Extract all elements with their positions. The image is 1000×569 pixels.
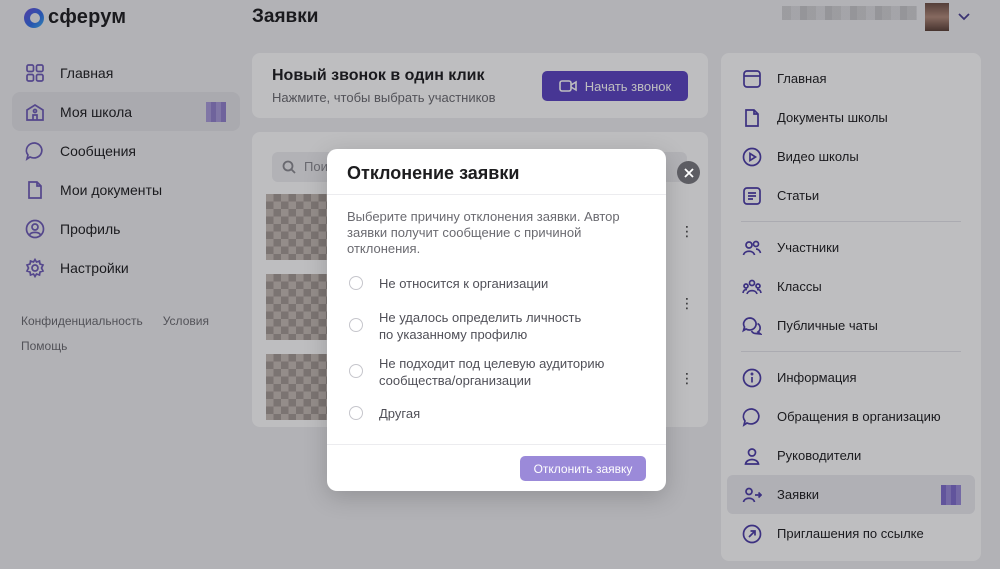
reject-request-button[interactable]: Отклонить заявку	[520, 456, 646, 481]
reason-option-audience[interactable]: Не подходит под целевую аудиторию сообще…	[349, 355, 604, 389]
option-label: Другая	[379, 406, 421, 421]
divider	[327, 194, 666, 195]
option-label: Не относится к организации	[379, 276, 549, 291]
dialog-description: Выберите причину отклонения заявки. Авто…	[347, 209, 620, 256]
reason-option-other[interactable]: Другая	[349, 405, 420, 422]
option-label: Не удалось определить личность	[379, 310, 582, 325]
option-label: Не подходит под целевую аудиторию	[379, 356, 605, 371]
reason-option-not-related[interactable]: Не относится к организации	[349, 275, 548, 292]
radio-button[interactable]	[349, 276, 363, 290]
dialog-title: Отклонение заявки	[347, 163, 520, 183]
option-label-line2: по указанному профилю	[379, 327, 528, 342]
radio-button[interactable]	[349, 364, 363, 378]
close-icon[interactable]	[677, 161, 700, 184]
reason-option-identity[interactable]: Не удалось определить личность по указан…	[349, 309, 581, 343]
option-label-line2: сообщества/организации	[379, 373, 532, 388]
divider	[327, 444, 666, 445]
radio-button[interactable]	[349, 318, 363, 332]
reject-request-dialog: Отклонение заявки Выберите причину откло…	[327, 149, 666, 491]
radio-button[interactable]	[349, 406, 363, 420]
